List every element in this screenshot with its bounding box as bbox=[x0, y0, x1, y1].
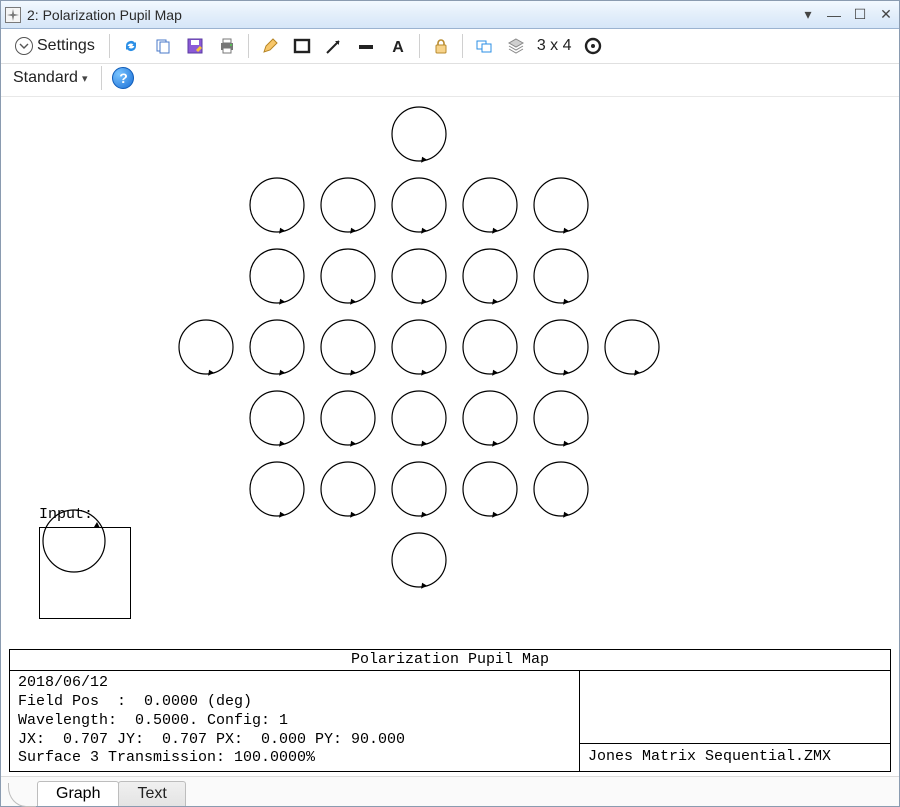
polarization-circle bbox=[463, 462, 517, 518]
app-window: 2: Polarization Pupil Map ▾ — ☐ ✕ Settin… bbox=[0, 0, 900, 807]
copy-button[interactable] bbox=[150, 33, 176, 59]
layers-button[interactable] bbox=[503, 33, 529, 59]
tab-graph[interactable]: Graph bbox=[37, 781, 119, 806]
standard-dropdown[interactable]: Standard ▾ bbox=[9, 69, 91, 87]
polarization-circle bbox=[534, 178, 588, 234]
polarization-circle bbox=[463, 249, 517, 305]
maximize-button[interactable]: ☐ bbox=[851, 6, 869, 23]
polarization-circle bbox=[392, 391, 446, 447]
polarization-circle bbox=[250, 178, 304, 234]
save-button[interactable] bbox=[182, 33, 208, 59]
window-title: 2: Polarization Pupil Map bbox=[27, 7, 799, 23]
polarization-circle bbox=[392, 107, 446, 163]
polarization-circle bbox=[250, 462, 304, 518]
target-button[interactable] bbox=[580, 33, 606, 59]
separator bbox=[248, 34, 249, 58]
polarization-circle bbox=[534, 462, 588, 518]
polarization-circle bbox=[321, 249, 375, 305]
windows-button[interactable] bbox=[471, 33, 497, 59]
tab-text[interactable]: Text bbox=[118, 781, 185, 806]
info-right-empty bbox=[580, 671, 890, 744]
caret-down-icon: ▾ bbox=[82, 72, 88, 85]
tab-curve bbox=[8, 783, 36, 807]
polarization-circle bbox=[321, 320, 375, 376]
info-filename: Jones Matrix Sequential.ZMX bbox=[580, 744, 890, 771]
dropdown-icon[interactable]: ▾ bbox=[799, 6, 817, 23]
polarization-circle bbox=[392, 320, 446, 376]
toolbar-row2: Standard ▾ ? bbox=[1, 64, 899, 97]
polarization-circle bbox=[534, 320, 588, 376]
plot-area: Input: bbox=[9, 101, 891, 647]
input-legend: Input: bbox=[39, 506, 131, 619]
polarization-circle bbox=[321, 391, 375, 447]
polarization-circle bbox=[463, 391, 517, 447]
separator bbox=[419, 34, 420, 58]
grid-size-label[interactable]: 3 x 4 bbox=[535, 37, 574, 55]
settings-button[interactable]: Settings bbox=[9, 35, 101, 57]
close-button[interactable]: ✕ bbox=[877, 6, 895, 23]
polarization-circle bbox=[605, 320, 659, 376]
polarization-circle bbox=[250, 391, 304, 447]
titlebar: 2: Polarization Pupil Map ▾ — ☐ ✕ bbox=[1, 1, 899, 29]
standard-label: Standard bbox=[13, 69, 78, 87]
rectangle-tool-button[interactable] bbox=[289, 33, 315, 59]
info-left-block: 2018/06/12 Field Pos : 0.0000 (deg) Wave… bbox=[10, 671, 580, 771]
print-button[interactable] bbox=[214, 33, 240, 59]
chevron-down-icon bbox=[15, 37, 33, 55]
separator bbox=[101, 66, 102, 90]
toolbar: Settings A bbox=[1, 29, 899, 64]
settings-label: Settings bbox=[37, 37, 95, 55]
polarization-circle bbox=[250, 320, 304, 376]
polarization-circle bbox=[179, 320, 233, 376]
polarization-plot bbox=[9, 101, 889, 601]
lock-button[interactable] bbox=[428, 33, 454, 59]
polarization-circle bbox=[534, 249, 588, 305]
polarization-circle bbox=[392, 462, 446, 518]
minimize-button[interactable]: — bbox=[825, 7, 843, 23]
pencil-button[interactable] bbox=[257, 33, 283, 59]
polarization-circle bbox=[321, 178, 375, 234]
svg-text:A: A bbox=[392, 39, 404, 56]
separator bbox=[109, 34, 110, 58]
text-tool-button[interactable]: A bbox=[385, 33, 411, 59]
polarization-circle bbox=[250, 249, 304, 305]
help-button[interactable]: ? bbox=[112, 67, 134, 89]
separator bbox=[462, 34, 463, 58]
info-table: Polarization Pupil Map 2018/06/12 Field … bbox=[9, 649, 891, 773]
polarization-circle bbox=[463, 320, 517, 376]
polarization-circle bbox=[392, 249, 446, 305]
polarization-circle bbox=[321, 462, 375, 518]
polarization-circle bbox=[392, 533, 446, 589]
line-weight-button[interactable] bbox=[353, 33, 379, 59]
polarization-circle bbox=[392, 178, 446, 234]
polarization-circle bbox=[534, 391, 588, 447]
arrow-tool-button[interactable] bbox=[321, 33, 347, 59]
polarization-circle bbox=[463, 178, 517, 234]
input-legend-box bbox=[39, 527, 131, 619]
input-circle-icon bbox=[39, 506, 109, 576]
info-header: Polarization Pupil Map bbox=[10, 650, 890, 672]
app-icon bbox=[5, 7, 21, 23]
refresh-button[interactable] bbox=[118, 33, 144, 59]
tabs: Graph Text bbox=[1, 776, 899, 806]
